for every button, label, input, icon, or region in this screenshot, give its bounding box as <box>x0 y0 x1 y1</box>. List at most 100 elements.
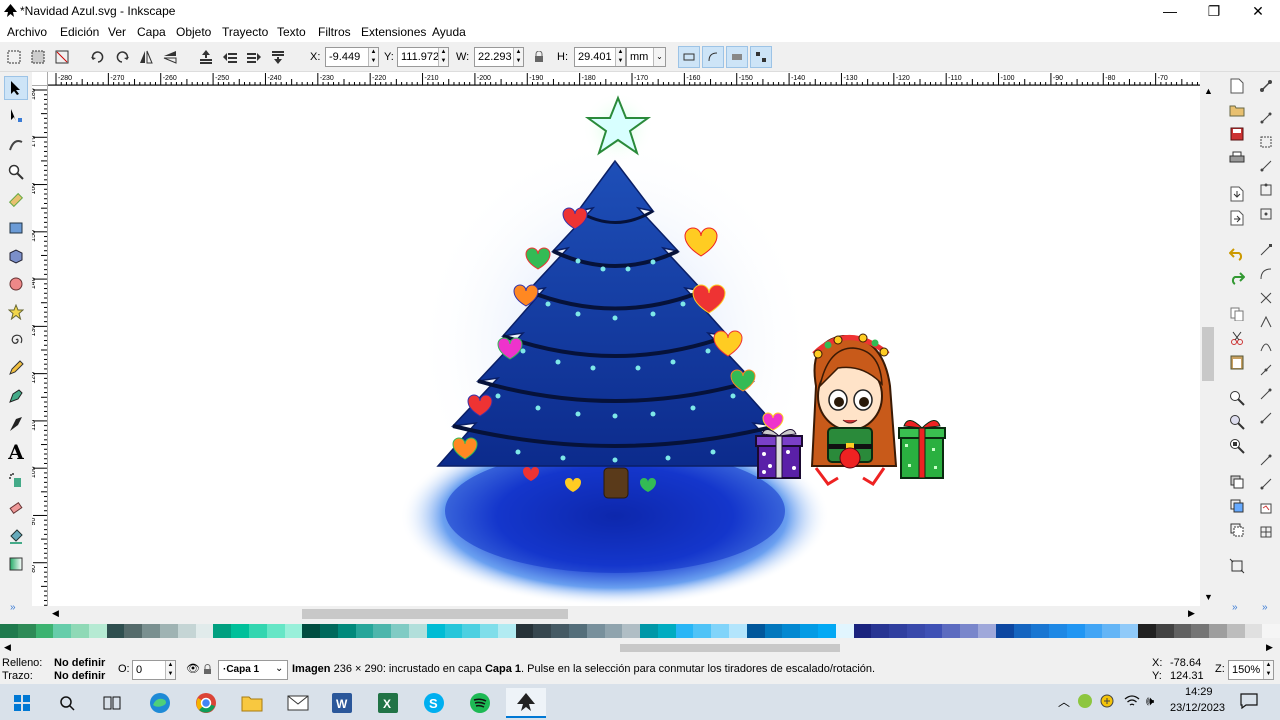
scale-corners-button[interactable] <box>702 46 724 68</box>
palette-swatch[interactable] <box>835 624 854 638</box>
palette-swatch[interactable] <box>871 624 890 638</box>
palette-swatch[interactable] <box>711 624 730 638</box>
snap-toggle-icon[interactable] <box>1256 76 1276 96</box>
palette-swatch[interactable] <box>408 624 427 638</box>
search-icon[interactable] <box>47 688 87 718</box>
palette-swatch[interactable] <box>693 624 712 638</box>
snap-nodes-icon[interactable] <box>1256 240 1276 260</box>
vertical-scroll-thumb[interactable] <box>1202 327 1214 381</box>
close-button[interactable]: ✕ <box>1236 0 1280 22</box>
snap-bbox-icon[interactable] <box>1256 108 1276 128</box>
transform-patterns-button[interactable] <box>750 46 772 68</box>
scroll-down-icon[interactable]: ▼ <box>1204 592 1213 602</box>
zoom-selection-icon[interactable] <box>1227 388 1247 408</box>
show-hidden-icons-icon[interactable]: ︿ <box>1058 693 1070 710</box>
scroll-right-icon[interactable]: ▶ <box>1188 608 1195 619</box>
lower-to-bottom-icon[interactable] <box>268 47 288 67</box>
palette-swatch[interactable] <box>746 624 765 638</box>
spotify-icon[interactable] <box>460 688 500 718</box>
menu-ayuda[interactable]: Ayuda <box>432 25 466 39</box>
palette-swatch[interactable] <box>1031 624 1050 638</box>
palette-swatch[interactable] <box>106 624 125 638</box>
raise-icon[interactable] <box>220 47 240 67</box>
palette-swatch[interactable] <box>426 624 445 638</box>
palette-swatch[interactable] <box>124 624 143 638</box>
drawing-canvas[interactable] <box>48 86 1200 606</box>
vertical-scrollbar[interactable]: ▲ ▼ <box>1200 72 1218 606</box>
select-all-layers-icon[interactable] <box>28 47 48 67</box>
maximize-button[interactable]: ❐ <box>1192 0 1236 22</box>
palette-swatch[interactable] <box>53 624 72 638</box>
file-explorer-icon[interactable] <box>232 688 272 718</box>
palette-swatch[interactable] <box>675 624 694 638</box>
palette-swatch[interactable] <box>782 624 801 638</box>
h-input[interactable]: 29.401 ▲ ▼ <box>574 47 626 67</box>
palette-swatch[interactable] <box>1066 624 1085 638</box>
menu-filtros[interactable]: Filtros <box>318 25 351 39</box>
palette-swatch[interactable] <box>320 624 338 638</box>
rotate-ccw-icon[interactable] <box>88 47 108 67</box>
flip-vertical-icon[interactable] <box>160 47 180 67</box>
palette-swatch[interactable] <box>817 624 836 638</box>
scroll-up-icon[interactable]: ▲ <box>1204 86 1213 96</box>
palette-swatch[interactable] <box>551 624 569 638</box>
mail-icon[interactable] <box>278 688 318 718</box>
deselect-icon[interactable] <box>52 47 72 67</box>
open-document-icon[interactable] <box>1227 100 1247 120</box>
palette-swatch[interactable] <box>355 624 374 638</box>
palette-swatch[interactable] <box>533 624 552 638</box>
snap-intersections-icon[interactable] <box>1256 288 1276 308</box>
snap-grid-icon[interactable] <box>1256 498 1276 518</box>
measure-tool-icon[interactable] <box>4 188 28 212</box>
w-input[interactable]: 22.293 ▲ ▼ <box>474 47 524 67</box>
horizontal-scrollbar[interactable]: ◀ ▶ <box>48 606 1218 622</box>
rectangle-tool-icon[interactable] <box>4 216 28 240</box>
word-icon[interactable]: W <box>322 688 362 718</box>
palette-swatch[interactable] <box>924 624 943 638</box>
palette-swatch[interactable] <box>906 624 925 638</box>
opacity-spin-arrows[interactable]: ▲ ▼ <box>165 661 175 679</box>
palette-swatch[interactable] <box>1102 624 1121 638</box>
pencil-tool-icon[interactable] <box>4 356 28 380</box>
palette-swatch[interactable] <box>480 624 498 638</box>
palette-swatch[interactable] <box>1209 624 1227 638</box>
palette-swatch[interactable] <box>853 624 872 638</box>
snap-rotation-centers-icon[interactable] <box>1256 408 1276 428</box>
palette-scrollbar[interactable]: ◀ ▶ <box>0 640 1280 656</box>
undo-icon[interactable] <box>1227 244 1247 264</box>
clock-time[interactable]: 14:29 <box>1185 686 1213 698</box>
palette-swatch[interactable] <box>195 624 214 638</box>
new-document-icon[interactable] <box>1227 76 1247 96</box>
raise-to-top-icon[interactable] <box>196 47 216 67</box>
palette-swatch[interactable] <box>302 624 321 638</box>
palette-swatch[interactable] <box>248 624 267 638</box>
palette-swatch[interactable] <box>391 624 409 638</box>
3d-box-tool-icon[interactable] <box>4 244 28 268</box>
tray-app-icon[interactable] <box>1078 694 1092 708</box>
redo-icon[interactable] <box>1227 268 1247 288</box>
stroke-value[interactable]: No definir <box>54 670 105 682</box>
palette-swatch[interactable] <box>729 624 747 638</box>
palette-swatch[interactable] <box>995 624 1014 638</box>
snap-bbox-edges-icon[interactable] <box>1256 132 1276 152</box>
palette-swatch[interactable] <box>800 624 818 638</box>
select-all-icon[interactable] <box>4 47 24 67</box>
save-icon[interactable] <box>1227 124 1247 144</box>
snap-bbox-corners-icon[interactable] <box>1256 156 1276 176</box>
copy-icon[interactable] <box>1227 304 1247 324</box>
palette-swatch[interactable] <box>1244 624 1263 638</box>
export-icon[interactable] <box>1227 208 1247 228</box>
snap-bbox-centers-icon[interactable] <box>1256 204 1276 224</box>
palette-swatch[interactable] <box>177 624 196 638</box>
paint-bucket-tool-icon[interactable] <box>4 524 28 548</box>
palette-swatch[interactable] <box>88 624 107 638</box>
toggle-visibility-icon[interactable]: 👁 <box>186 662 200 675</box>
palette-swatch[interactable] <box>1013 624 1032 638</box>
y-input[interactable]: 111.972 ▲ ▼ <box>397 47 449 67</box>
palette-swatch[interactable] <box>1049 624 1067 638</box>
lock-ratio-icon[interactable] <box>529 47 549 67</box>
spiral-tool-icon[interactable] <box>4 328 28 352</box>
skype-icon[interactable]: S <box>414 688 454 718</box>
snap-object-midpoints-icon[interactable] <box>1256 384 1276 404</box>
spray-tool-icon[interactable] <box>4 468 28 492</box>
